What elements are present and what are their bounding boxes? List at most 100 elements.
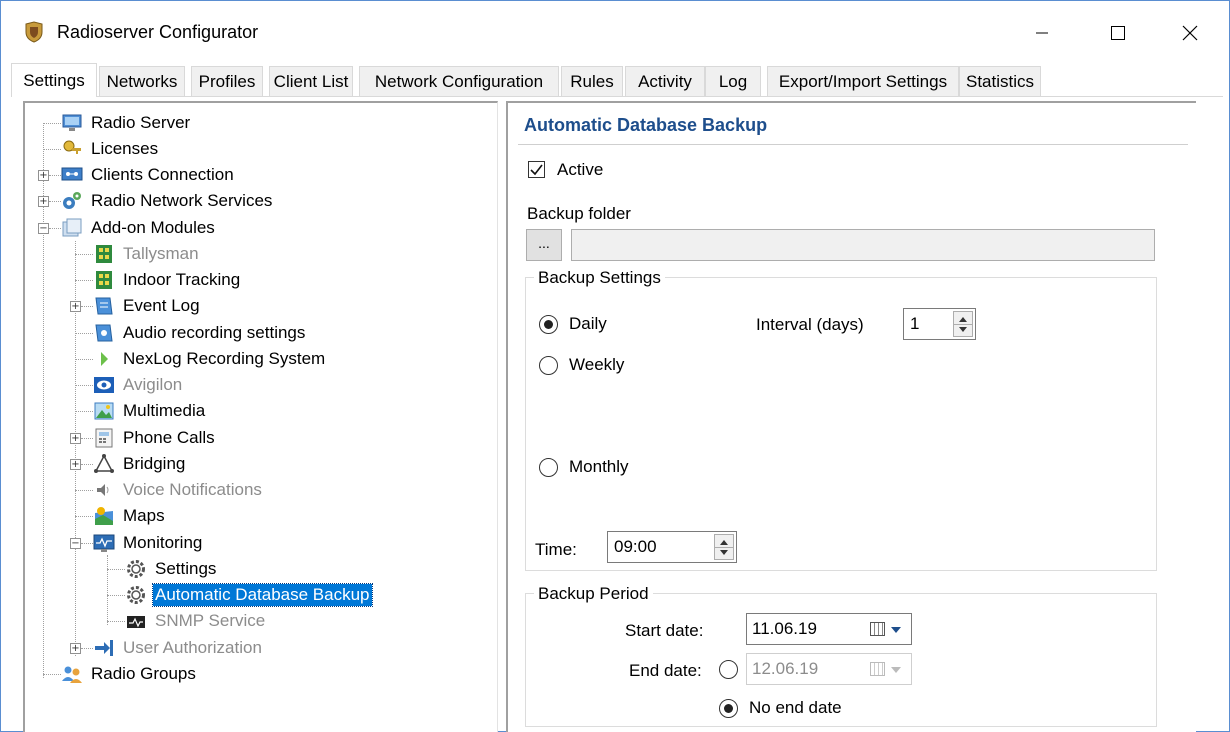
time-spin-buttons[interactable] <box>714 534 734 560</box>
panel-title-divider <box>518 144 1188 145</box>
tree-item-multimedia[interactable]: Multimedia <box>93 399 207 423</box>
interval-spin-buttons[interactable] <box>953 311 973 337</box>
tree-item-add-on-modules[interactable]: Add-on Modules <box>61 216 217 240</box>
tree-item-maps[interactable]: Maps <box>93 504 167 528</box>
tree-item-monitoring[interactable]: Monitoring <box>93 531 204 555</box>
time-label: Time: <box>535 540 577 559</box>
panel-title: Automatic Database Backup <box>524 115 768 135</box>
tree-item-user-authorization[interactable]: User Authorization <box>93 636 264 660</box>
audio-icon <box>93 322 115 344</box>
tree-line <box>107 555 108 625</box>
tree-item-audio-recording-settings[interactable]: Audio recording settings <box>93 321 307 345</box>
daily-radio[interactable] <box>539 315 558 334</box>
start-date-picker[interactable]: 11.06.19 <box>746 613 912 645</box>
backup-settings-legend: Backup Settings <box>534 268 665 288</box>
tree-line <box>81 543 93 544</box>
monthly-radio[interactable] <box>539 458 558 477</box>
maximize-button[interactable] <box>1093 13 1143 53</box>
expand-toggle[interactable]: + <box>70 643 81 654</box>
expand-toggle[interactable]: + <box>70 433 81 444</box>
title-bar: Radioserver Configurator <box>1 1 1229 63</box>
tree-item-radio-network-services[interactable]: Radio Network Services <box>61 189 274 213</box>
gear-icon <box>125 558 147 580</box>
tree-line <box>49 175 61 176</box>
tree-line <box>81 438 93 439</box>
monthly-label[interactable]: Monthly <box>569 457 629 477</box>
tab-statistics[interactable]: Statistics <box>959 66 1041 96</box>
app-logo-icon <box>23 21 45 43</box>
collapse-toggle[interactable]: − <box>70 538 81 549</box>
no-end-date-label[interactable]: No end date <box>749 698 842 718</box>
expand-toggle[interactable]: + <box>38 196 49 207</box>
tree-item-indoor-tracking[interactable]: Indoor Tracking <box>93 268 242 292</box>
end-date-radio[interactable] <box>719 660 738 679</box>
tree-item-tallysman[interactable]: Tallysman <box>93 242 201 266</box>
addon-icon <box>61 217 83 239</box>
tree-line <box>43 149 61 150</box>
tab-client-list[interactable]: Client List <box>269 66 353 96</box>
tree-item-licenses[interactable]: Licenses <box>61 137 160 161</box>
collapse-toggle[interactable]: − <box>38 223 49 234</box>
expand-toggle[interactable]: + <box>38 170 49 181</box>
backup-folder-label: Backup folder <box>527 204 631 223</box>
tree-line <box>75 280 93 281</box>
eventlog-icon <box>93 295 115 317</box>
tree-item-phone-calls[interactable]: Phone Calls <box>93 426 217 450</box>
start-date-label: Start date: <box>625 621 704 640</box>
tree-line <box>81 306 93 307</box>
end-date-picker[interactable]: 12.06.19 <box>746 653 912 685</box>
tab-network-configuration[interactable]: Network Configuration <box>359 66 559 96</box>
services-icon <box>61 190 83 212</box>
tree-item-monitoring-settings[interactable]: Settings <box>125 557 218 581</box>
group-icon <box>61 663 83 685</box>
browse-folder-button[interactable]: ... <box>526 229 562 261</box>
tree-item-snmp-service[interactable]: SNMP Service <box>125 609 267 633</box>
weekly-label[interactable]: Weekly <box>569 355 624 375</box>
window-title: Radioserver Configurator <box>57 22 259 42</box>
tree-line <box>75 516 93 517</box>
tab-profiles[interactable]: Profiles <box>191 66 263 96</box>
tree-item-bridging[interactable]: Bridging <box>93 452 187 476</box>
expand-toggle[interactable]: + <box>70 459 81 470</box>
tree-item-automatic-database-backup[interactable]: Automatic Database Backup <box>125 583 373 607</box>
no-end-date-radio[interactable] <box>719 699 738 718</box>
tree-item-clients-connection[interactable]: Clients Connection <box>61 163 236 187</box>
close-button[interactable] <box>1165 13 1215 53</box>
tree-line <box>75 333 93 334</box>
tree-line <box>81 648 93 649</box>
interval-stepper[interactable]: 1 <box>903 308 976 340</box>
tree-item-avigilon[interactable]: Avigilon <box>93 373 184 397</box>
time-picker[interactable]: 09:00 <box>607 531 737 563</box>
tree-line <box>49 228 61 229</box>
settings-tree[interactable]: + + − + + + − + Radio Server Licenses Cl… <box>23 101 498 732</box>
tab-activity[interactable]: Activity <box>625 66 705 96</box>
speaker-icon <box>93 479 115 501</box>
tab-networks[interactable]: Networks <box>99 66 185 96</box>
active-checkbox[interactable] <box>528 161 545 178</box>
tab-settings[interactable]: Settings <box>11 63 97 97</box>
tree-item-nexlog-recording-system[interactable]: NexLog Recording System <box>93 347 327 371</box>
interval-label: Interval (days) <box>756 315 864 334</box>
tree-line <box>75 254 93 255</box>
tree-item-radio-server[interactable]: Radio Server <box>61 111 192 135</box>
tab-rules[interactable]: Rules <box>561 66 623 96</box>
tab-export-import-settings[interactable]: Export/Import Settings <box>767 66 959 96</box>
expand-toggle[interactable]: + <box>70 301 81 312</box>
active-label[interactable]: Active <box>557 160 603 180</box>
tree-line <box>43 674 61 675</box>
tree-item-voice-notifications[interactable]: Voice Notifications <box>93 478 264 502</box>
daily-label[interactable]: Daily <box>569 314 607 334</box>
main-tabs: Settings Networks Profiles Client List N… <box>11 63 1221 97</box>
chevron-down-icon <box>891 667 901 673</box>
phone-icon <box>93 427 115 449</box>
tree-item-radio-groups[interactable]: Radio Groups <box>61 662 198 686</box>
end-date-value: 12.06.19 <box>752 659 819 678</box>
minimize-button[interactable] <box>1017 13 1067 53</box>
tree-line <box>81 464 93 465</box>
backup-folder-field[interactable] <box>571 229 1155 261</box>
tree-line <box>107 595 125 596</box>
tree-item-event-log[interactable]: Event Log <box>93 294 202 318</box>
tab-log[interactable]: Log <box>705 66 761 96</box>
weekly-radio[interactable] <box>539 356 558 375</box>
module-icon <box>93 243 115 265</box>
